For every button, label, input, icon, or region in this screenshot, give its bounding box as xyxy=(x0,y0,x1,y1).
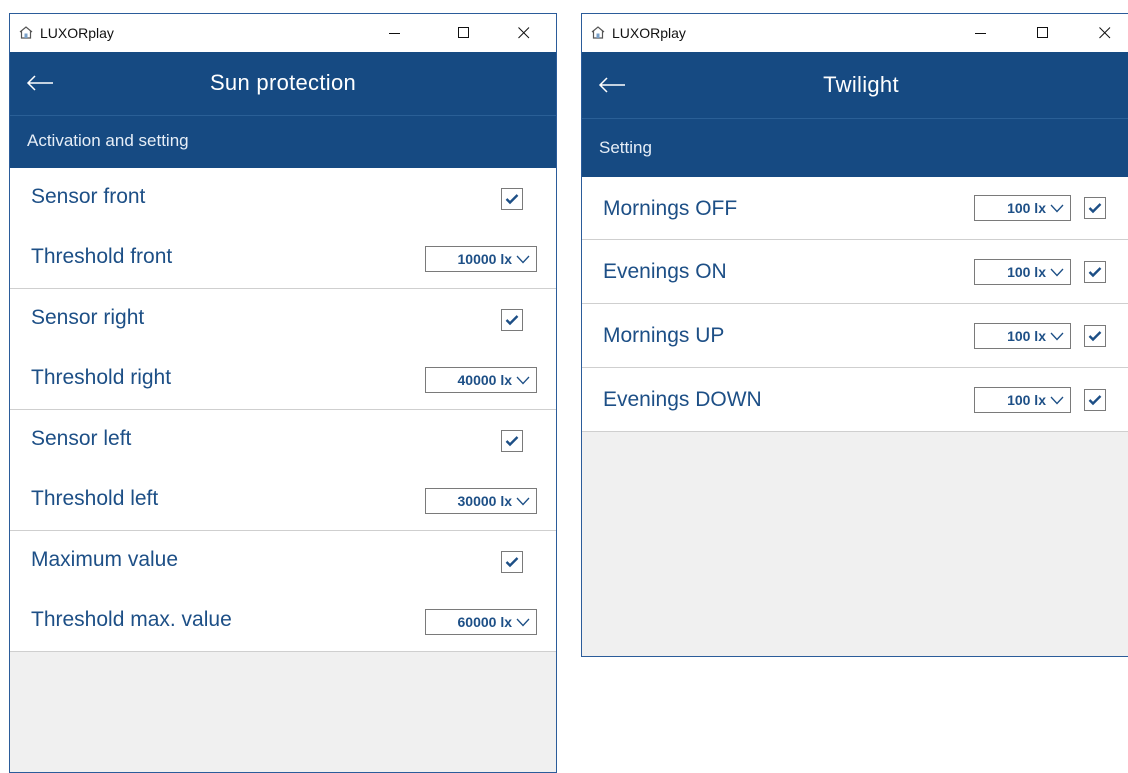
evenings-down-label: Evenings DOWN xyxy=(603,388,762,411)
close-button[interactable] xyxy=(501,14,547,52)
app-title: LUXORplay xyxy=(40,25,114,41)
sensor-front-checkbox[interactable] xyxy=(501,188,523,210)
list-item: Threshold left 30000 lx xyxy=(10,470,556,531)
evenings-on-label: Evenings ON xyxy=(603,260,727,283)
house-icon xyxy=(19,26,33,39)
list-item: Maximum value xyxy=(10,531,556,591)
section-header: Activation and setting xyxy=(10,115,556,168)
checkmark-icon xyxy=(1088,267,1102,278)
maximize-button[interactable] xyxy=(1020,14,1066,52)
threshold-right-value: 40000 lx xyxy=(457,372,513,388)
settings-list: Sensor front Threshold front 10000 lx Se… xyxy=(10,168,556,652)
maximize-icon xyxy=(1037,27,1048,38)
evenings-down-checkbox[interactable] xyxy=(1084,389,1106,411)
evenings-on-checkbox[interactable] xyxy=(1084,261,1106,283)
minimize-button[interactable] xyxy=(958,14,1004,52)
list-item: Sensor right xyxy=(10,289,556,349)
chevron-down-icon xyxy=(516,376,530,384)
list-item: Threshold front 10000 lx xyxy=(10,228,556,289)
sensor-left-label: Sensor left xyxy=(31,427,132,450)
twilight-window: LUXORplay Twilight Setting Mornings OFF … xyxy=(581,13,1128,657)
threshold-max-label: Threshold max. value xyxy=(31,608,232,631)
mornings-up-value: 100 lx xyxy=(1007,328,1046,344)
list-item: Mornings UP 100 lx xyxy=(582,304,1128,368)
section-title: Activation and setting xyxy=(27,131,189,150)
house-icon xyxy=(591,26,605,39)
chevron-down-icon xyxy=(516,255,530,263)
page-header: Sun protection xyxy=(10,52,556,115)
list-item: Threshold right 40000 lx xyxy=(10,349,556,410)
threshold-max-value: 60000 lx xyxy=(457,614,513,630)
chevron-down-icon xyxy=(1050,268,1064,276)
sensor-front-label: Sensor front xyxy=(31,185,146,208)
evenings-down-value: 100 lx xyxy=(1007,392,1046,408)
threshold-max-select[interactable]: 60000 lx xyxy=(425,609,537,635)
sensor-right-label: Sensor right xyxy=(31,306,145,329)
checkmark-icon xyxy=(1088,203,1102,214)
sun-protection-window: LUXORplay Sun protection Activation and … xyxy=(9,13,557,773)
mornings-off-checkbox[interactable] xyxy=(1084,197,1106,219)
sensor-left-checkbox[interactable] xyxy=(501,430,523,452)
chevron-down-icon xyxy=(1050,204,1064,212)
checkmark-icon xyxy=(1088,331,1102,342)
chevron-down-icon xyxy=(1050,332,1064,340)
section-title: Setting xyxy=(599,138,652,157)
maximum-value-label: Maximum value xyxy=(31,548,179,571)
mornings-off-value: 100 lx xyxy=(1007,200,1046,216)
checkmark-icon xyxy=(505,436,519,447)
minimize-icon xyxy=(389,33,400,34)
maximize-icon xyxy=(458,27,469,38)
mornings-up-checkbox[interactable] xyxy=(1084,325,1106,347)
maximum-value-checkbox[interactable] xyxy=(501,551,523,573)
threshold-front-select[interactable]: 10000 lx xyxy=(425,246,537,272)
evenings-on-select[interactable]: 100 lx xyxy=(974,259,1071,285)
twilight-list: Mornings OFF 100 lx Evenings ON 100 lx M… xyxy=(582,177,1128,432)
mornings-off-select[interactable]: 100 lx xyxy=(974,195,1071,221)
title-bar: LUXORplay xyxy=(582,14,1128,52)
list-item: Mornings OFF 100 lx xyxy=(582,177,1128,240)
close-button[interactable] xyxy=(1082,14,1128,52)
page-title: Sun protection xyxy=(209,70,357,95)
section-header: Setting xyxy=(582,118,1128,177)
mornings-off-label: Mornings OFF xyxy=(603,197,738,220)
checkmark-icon xyxy=(1088,395,1102,406)
list-item: Sensor front xyxy=(10,168,556,228)
chevron-down-icon xyxy=(1050,396,1064,404)
close-icon xyxy=(1099,27,1111,39)
evenings-on-value: 100 lx xyxy=(1007,264,1046,280)
threshold-left-value: 30000 lx xyxy=(457,493,513,509)
threshold-front-label: Threshold front xyxy=(31,245,173,268)
chevron-down-icon xyxy=(516,497,530,505)
minimize-icon xyxy=(975,33,986,34)
list-item: Sensor left xyxy=(10,410,556,470)
threshold-left-label: Threshold left xyxy=(31,487,159,510)
threshold-front-value: 10000 lx xyxy=(457,251,513,267)
page-header: Twilight xyxy=(582,52,1128,118)
list-item: Threshold max. value 60000 lx xyxy=(10,591,556,652)
list-item: Evenings ON 100 lx xyxy=(582,240,1128,304)
checkmark-icon xyxy=(505,315,519,326)
maximize-button[interactable] xyxy=(441,14,487,52)
minimize-button[interactable] xyxy=(372,14,418,52)
checkmark-icon xyxy=(505,194,519,205)
page-title: Twilight xyxy=(823,72,899,97)
close-icon xyxy=(518,27,530,39)
checkmark-icon xyxy=(505,557,519,568)
threshold-right-label: Threshold right xyxy=(31,366,172,389)
sensor-right-checkbox[interactable] xyxy=(501,309,523,331)
list-item: Evenings DOWN 100 lx xyxy=(582,368,1128,432)
chevron-down-icon xyxy=(516,618,530,626)
mornings-up-label: Mornings UP xyxy=(603,324,725,347)
mornings-up-select[interactable]: 100 lx xyxy=(974,323,1071,349)
evenings-down-select[interactable]: 100 lx xyxy=(974,387,1071,413)
title-bar: LUXORplay xyxy=(10,14,556,52)
threshold-right-select[interactable]: 40000 lx xyxy=(425,367,537,393)
threshold-left-select[interactable]: 30000 lx xyxy=(425,488,537,514)
app-title: LUXORplay xyxy=(612,25,686,41)
